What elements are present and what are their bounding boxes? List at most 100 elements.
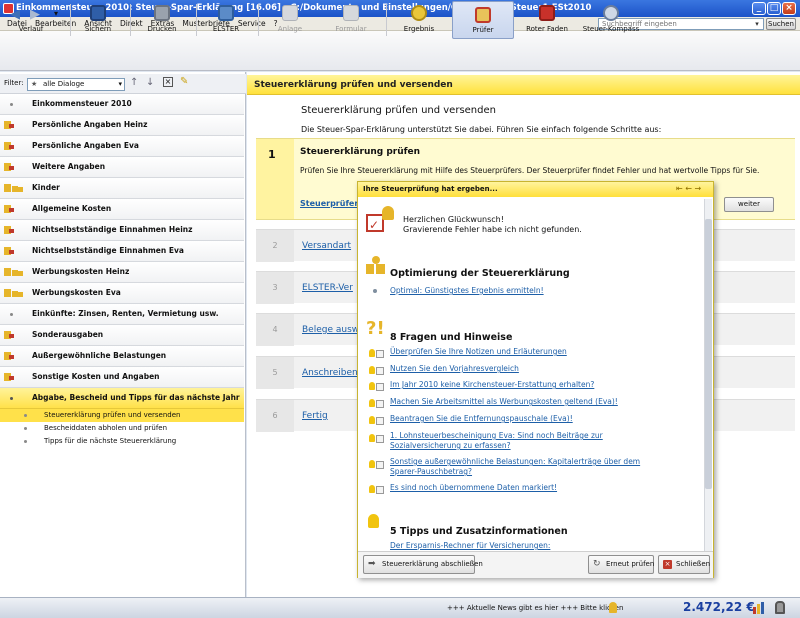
nav-item-active[interactable]: Abgabe, Bescheid und Tipps für das nächs… [0,388,244,409]
anlage-button[interactable]: Anlage [266,0,314,40]
bullet-icon [4,99,26,110]
nav-sub-label: Steuererklärung prüfen und versenden [44,411,181,419]
bullet-icon [24,414,27,417]
popup-scrollbar[interactable] [704,199,712,551]
ergebnis-label: Ergebnis [403,25,435,33]
elster-label: ELSTER [212,25,240,33]
bullet-icon [4,393,26,404]
person-pencil-icon [4,330,26,341]
nav-item[interactable]: Allgemeine Kosten [0,199,244,220]
close-label: Schließen [676,560,711,568]
checklist-person-icon: ✓ [366,206,396,236]
elster-icon [218,5,234,21]
chevron-down-icon[interactable]: ▾ [752,19,762,29]
optimal-link[interactable]: Optimal: Günstigstes Ergebnis ermitteln! [390,286,544,296]
nav-label: Persönliche Angaben Heinz [32,120,148,129]
tips-heading: 5 Tipps und Zusatzinformationen [390,526,568,537]
hint-link[interactable]: Machen Sie Arbeitsmittel als Werbungskos… [390,397,618,407]
nav-item[interactable]: Sonderausgaben [0,325,244,346]
hint-link-continued[interactable]: Sozialversicherung zu erfassen? [390,441,511,451]
hint-link[interactable]: Im Jahr 2010 keine Kirchensteuer-Erstatt… [390,380,594,390]
chevron-down-icon: ▾ [118,80,122,88]
minimize-button[interactable]: _ [752,2,766,15]
nav-subitem[interactable]: Bescheiddaten abholen und prüfen [0,422,244,435]
lightbulb-note-icon [369,485,384,494]
steuer-kompass-button[interactable]: Steuer-Kompass [580,0,642,40]
nav-item[interactable]: Außergewöhnliche Belastungen [0,346,244,367]
ergebnis-button[interactable]: Ergebnis [394,0,444,40]
step-link[interactable]: Anschreiben [302,357,358,389]
nav-item[interactable]: Kinder [0,178,244,199]
nav-label: Außergewöhnliche Belastungen [32,351,167,360]
scrollbar-thumb[interactable] [705,219,712,489]
collapse-icon[interactable]: × [163,77,173,87]
nav-item[interactable]: Einkünfte: Zinsen, Renten, Vermietung us… [0,304,244,325]
pruefer-button[interactable]: Prüfer [452,1,514,39]
roter-faden-button[interactable]: Roter Faden [520,0,574,40]
roter-faden-label: Roter Faden [526,25,568,33]
nav-item[interactable]: Weitere Angaben [0,157,244,178]
print-button[interactable]: Drucken [136,0,188,40]
star-icon: ★ [31,80,38,88]
nav-item[interactable]: Nichtselbstständige Einnahmen Heinz [0,220,244,241]
hint-link[interactable]: Überprüfen Sie Ihre Notizen und Erläuter… [390,347,567,357]
toolbar-separator [70,4,71,36]
step-link[interactable]: Versandart [302,230,351,262]
arrow-up-icon[interactable]: ↑ [130,77,138,88]
step-link[interactable]: Belege ausw [302,314,359,346]
tip-link[interactable]: Der Ersparnis-Rechner für Versicherungen… [390,541,550,551]
hint-link[interactable]: 1. Lohnsteuerbescheinigung Eva: Sind noc… [390,431,603,441]
nav-subitem[interactable]: Tipps für die nächste Steuererklärung [0,435,244,448]
nav-item[interactable]: Persönliche Angaben Eva [0,136,244,157]
step-link[interactable]: Fertig [302,400,328,432]
nav-label: Sonstige Kosten und Angaben [32,372,160,381]
step-1-number: 1 [268,148,276,161]
lightbulb-note-icon [369,416,384,425]
nav-item[interactable]: Einkommensteuer 2010 [0,94,244,115]
lightbulb-note-icon [369,434,384,443]
filter-select[interactable]: ★ alle Dialoge ▾ [27,78,125,91]
family-icon [4,183,26,194]
nav-item[interactable]: Sonstige Kosten und Angaben [0,367,244,388]
anlage-icon [282,5,298,21]
congrats-text: Herzlichen Glückwunsch! [403,215,504,224]
hint-link[interactable]: Sonstige außergewöhnliche Belastungen: K… [390,457,640,467]
recheck-label: Erneut prüfen [606,560,655,568]
verlauf-button[interactable]: ◀ ▶ ▾ Verlauf [2,0,68,40]
popup-nav-icons[interactable]: ⇤ ← → [676,184,701,193]
hint-link-continued[interactable]: Sparer-Pauschbetrag? [390,467,472,477]
nav-item[interactable]: Werbungskosten Eva [0,283,244,304]
nav-item[interactable]: Werbungskosten Heinz [0,262,244,283]
finish-tax-return-button[interactable]: ➡ Steuererklärung abschließen [363,555,483,574]
lightbulb-note-icon [369,349,384,358]
save-button[interactable]: Sichern [74,0,122,40]
formular-button[interactable]: Formular [326,0,376,40]
maximize-button[interactable]: □ [767,2,781,15]
person-icon[interactable] [609,602,617,613]
lock-icon[interactable] [775,601,785,614]
popup-close-button[interactable]: × Schließen [658,555,710,574]
news-ticker[interactable]: +++ Aktuelle News gibt es hier +++ Bitte… [447,604,623,612]
bar-chart-icon[interactable] [753,602,767,614]
hint-link[interactable]: Es sind noch übernommene Daten markiert! [390,483,557,493]
recheck-button[interactable]: ↻ Erneut prüfen [588,555,654,574]
chevron-down-icon: ▾ [54,9,59,18]
step-1-text: Prüfen Sie Ihre Steuererklärung mit Hilf… [300,166,760,175]
arrow-down-icon[interactable]: ↓ [146,77,154,88]
nav-item[interactable]: Persönliche Angaben Heinz [0,115,244,136]
bullet-icon [24,427,27,430]
question-marks-icon: ?! [366,318,385,339]
steuerpruefer-link[interactable]: Steuerprüfer [300,199,358,208]
nav-subitem-active[interactable]: Steuererklärung prüfen und versenden [0,409,244,422]
pin-icon[interactable]: ✎ [180,76,188,87]
hint-link[interactable]: Nutzen Sie den Vorjahresvergleich [390,364,519,374]
search-button[interactable]: Suchen [766,18,796,30]
weiter-button[interactable]: weiter [724,197,774,212]
step-link[interactable]: ELSTER-Ver [302,272,353,304]
nav-item[interactable]: Nichtselbstständige Einnahmen Eva [0,241,244,262]
hint-link[interactable]: Beantragen Sie die Entfernungspauschale … [390,414,573,424]
close-button[interactable]: × [782,2,796,15]
lightbulb-icon [368,514,379,528]
elster-button[interactable]: ELSTER [202,0,250,40]
main-intro: Die Steuer-Spar-Erklärung unterstützt Si… [301,125,662,134]
